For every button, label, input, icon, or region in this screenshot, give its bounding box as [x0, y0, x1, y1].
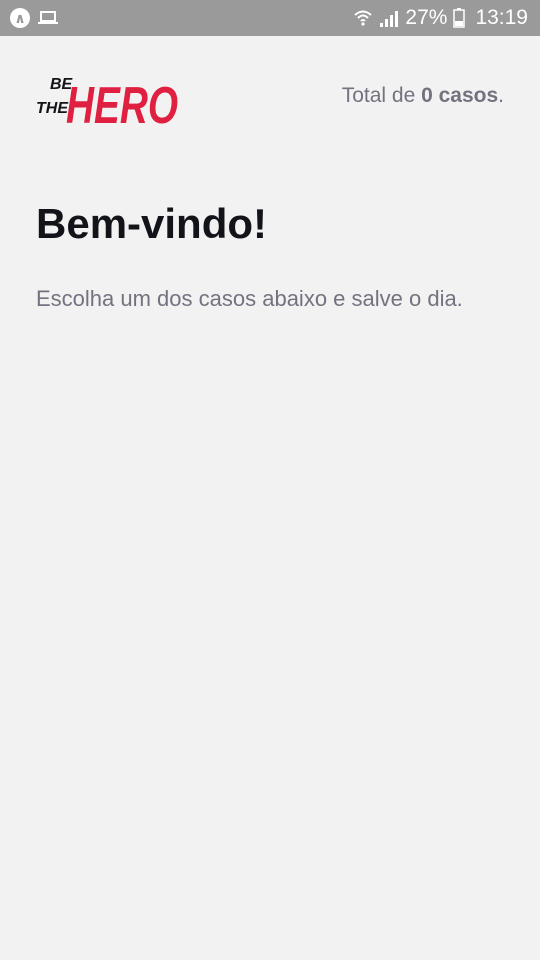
total-cases: Total de 0 casos. [342, 84, 504, 108]
wifi-icon [353, 8, 373, 28]
status-right: 27% 13:19 [353, 6, 528, 30]
logo-hero: HERO [66, 77, 178, 127]
total-prefix: Total de [341, 84, 422, 107]
logo-line2: THE [36, 100, 69, 117]
signal-icon [379, 8, 399, 28]
app-notification-icon: ∧ [10, 8, 30, 28]
clock: 13:19 [475, 6, 528, 29]
status-bar: ∧ 27% 13:19 [0, 0, 540, 36]
page-description: Escolha um dos casos abaixo e salve o di… [36, 286, 463, 311]
be-the-hero-logo: BE THE HERO [36, 65, 180, 127]
status-left: ∧ [10, 8, 58, 28]
battery-percentage: 27% [405, 6, 448, 29]
total-suffix: . [498, 84, 504, 107]
page-title: Bem-vindo! [36, 200, 267, 247]
total-count: 0 casos [421, 84, 499, 107]
screen: ∧ 27% 13:19 BE THE HERO Total de 0 casos… [0, 0, 540, 960]
battery-icon [453, 8, 466, 28]
laptop-icon [38, 10, 58, 26]
header: BE THE HERO Total de 0 casos. [36, 64, 504, 128]
